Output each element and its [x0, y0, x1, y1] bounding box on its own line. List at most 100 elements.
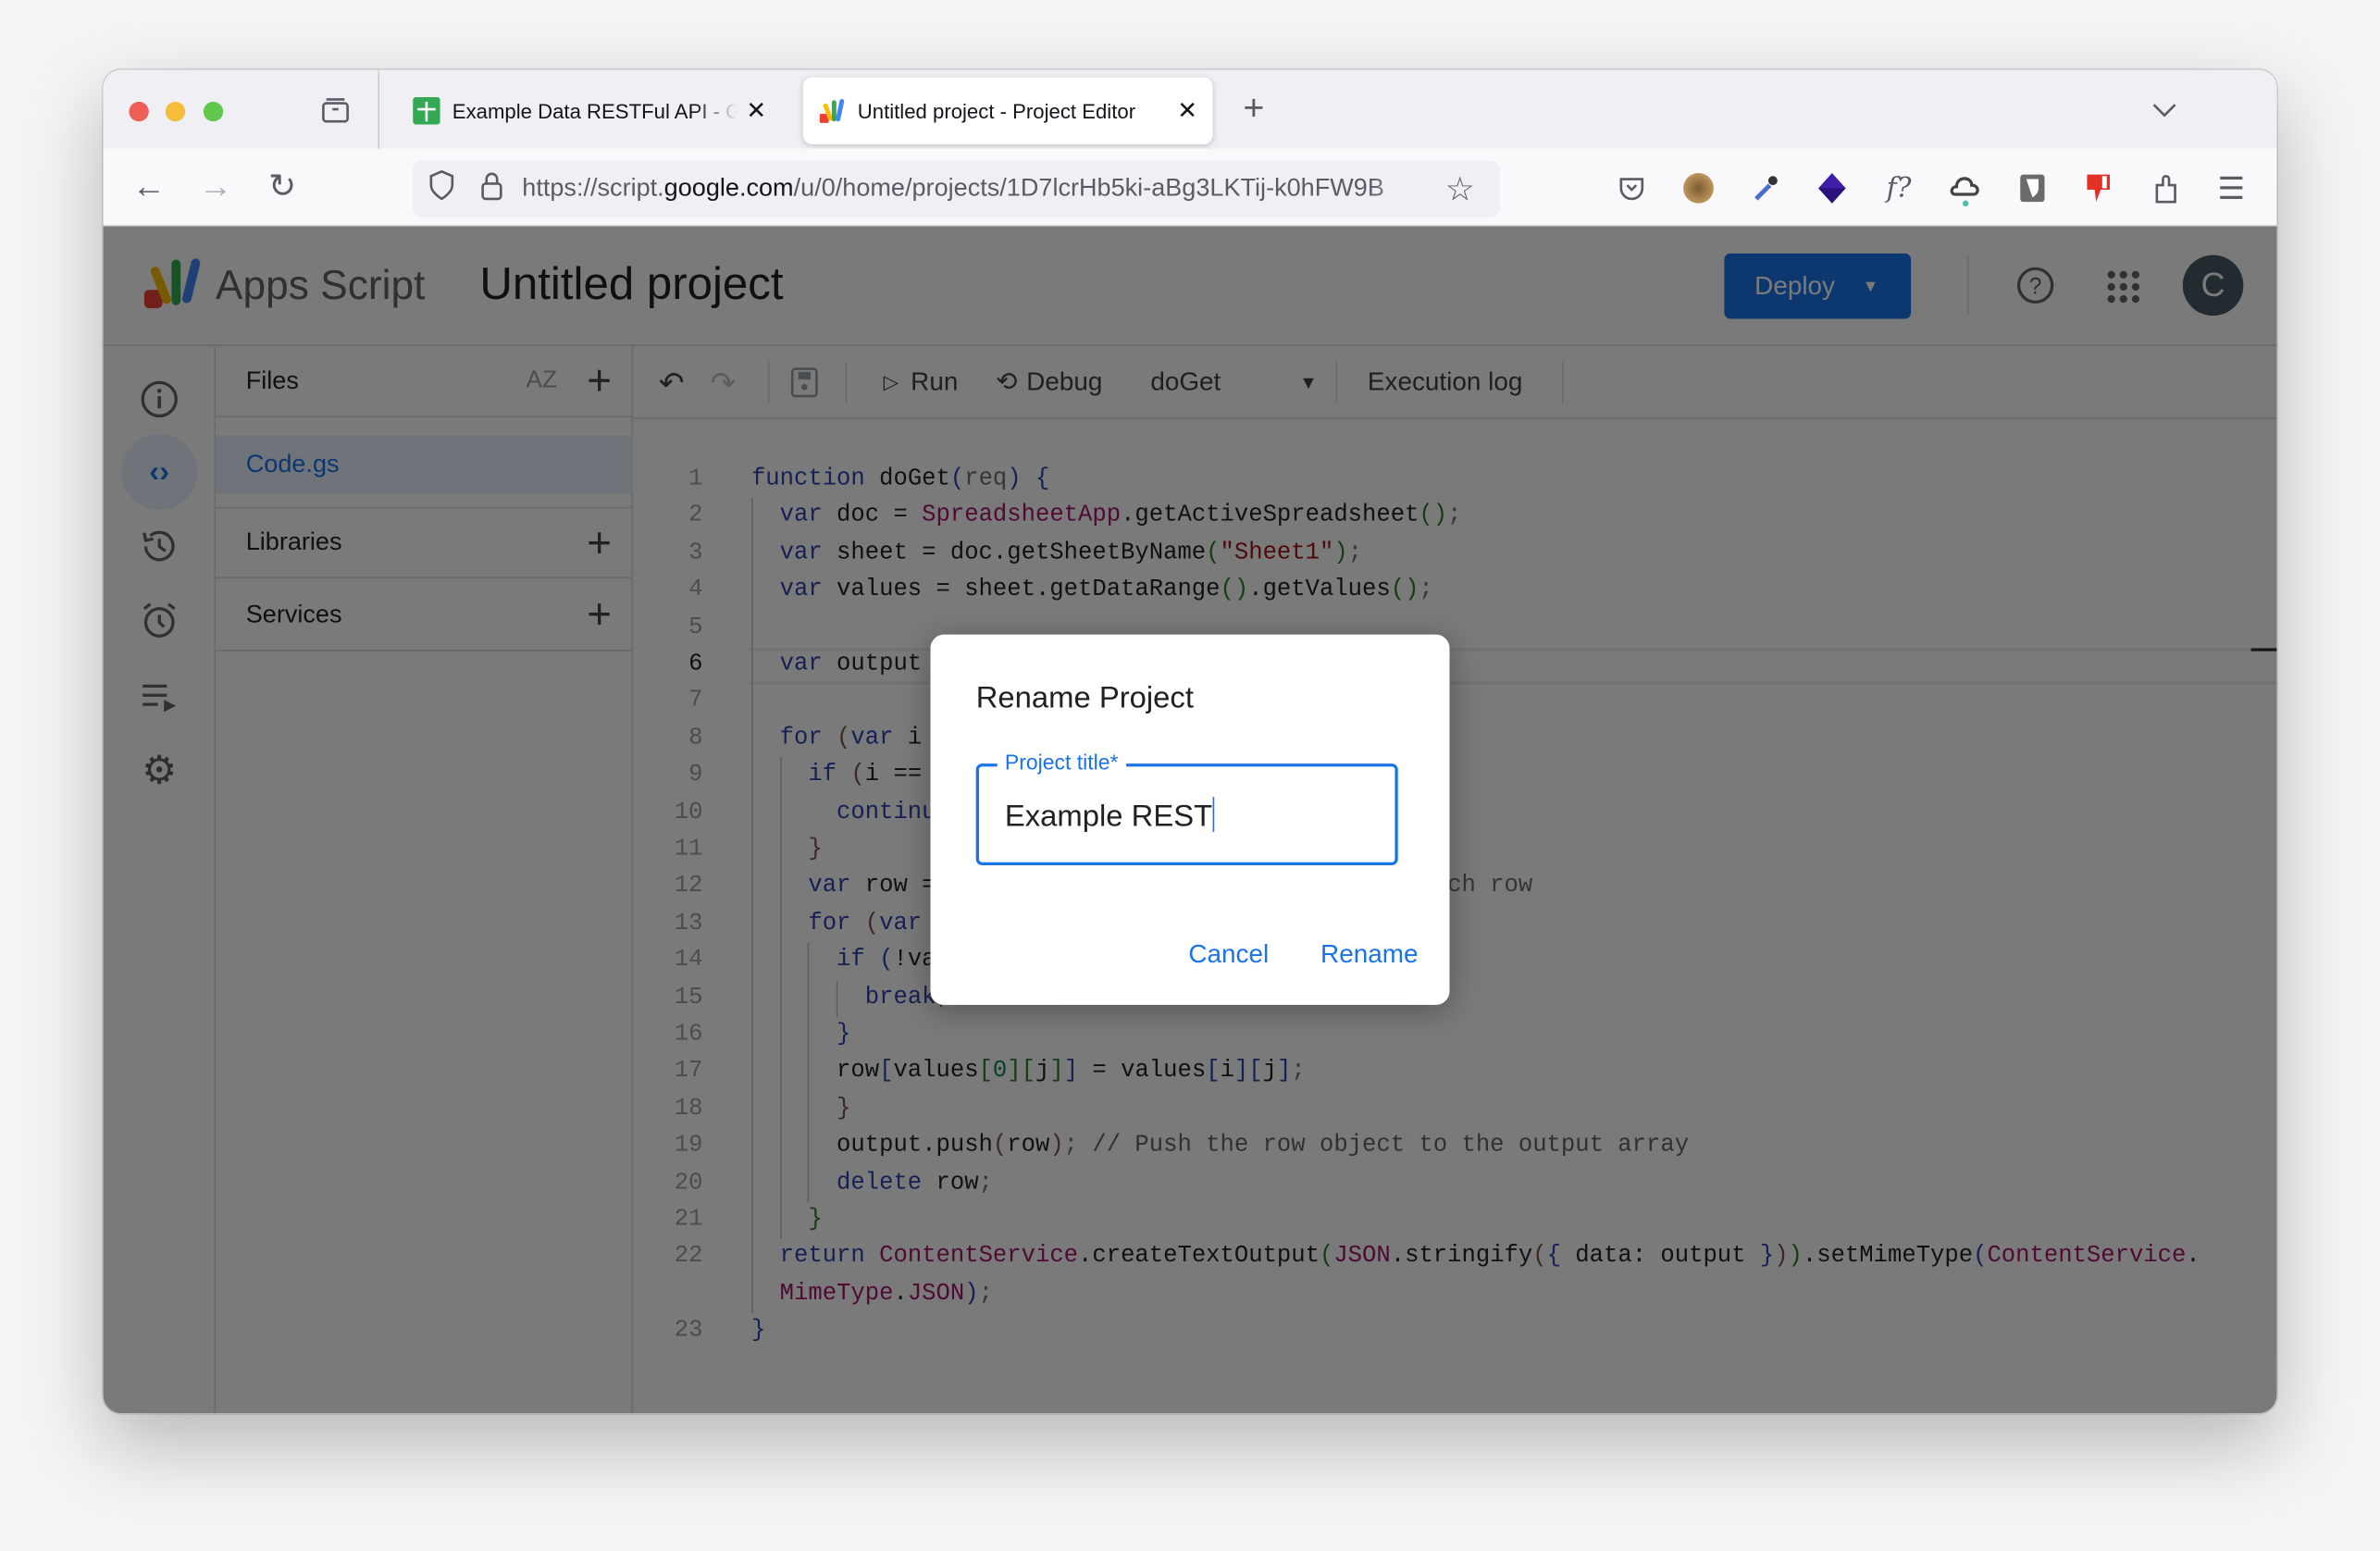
project-title-label: Project title* — [997, 750, 1126, 775]
close-tab-icon[interactable]: ✕ — [746, 95, 766, 126]
overview-info-icon[interactable] — [140, 379, 180, 419]
code-token: ( — [1319, 1242, 1334, 1270]
close-tab-icon[interactable]: ✕ — [1177, 95, 1197, 126]
code-token: () — [1390, 575, 1419, 603]
line-number: 12 — [674, 872, 703, 900]
code-token: var — [779, 501, 823, 529]
cloud-extension-icon[interactable] — [1946, 168, 1986, 208]
code-token: row — [922, 1168, 979, 1196]
history-icon[interactable] — [140, 527, 180, 566]
google-apps-grid-icon[interactable] — [2107, 270, 2140, 311]
code-token: SpreadsheetApp — [922, 501, 1122, 529]
code-token: ContentService — [1987, 1242, 2187, 1270]
code-line: var sheet = doc.getSheetByName("Sheet1")… — [780, 539, 1362, 566]
new-tab-icon[interactable]: + — [1234, 88, 1274, 129]
account-avatar[interactable]: C — [2182, 254, 2244, 316]
pocket-icon[interactable] — [1612, 168, 1652, 208]
code-editor-icon[interactable]: ‹› — [140, 453, 180, 492]
code-token: function — [750, 464, 865, 492]
bitwarden-icon[interactable] — [2013, 168, 2052, 208]
tab-google-sheets[interactable]: Example Data RESTFul API - Google Sheets… — [398, 78, 782, 144]
back-arrow-icon[interactable]: ← — [129, 167, 168, 206]
file-item-code-gs[interactable]: Code.gs — [215, 435, 634, 494]
triggers-alarm-icon[interactable] — [140, 602, 180, 641]
code-token: i == — [864, 761, 923, 788]
close-window-button[interactable] — [129, 101, 149, 122]
tab-list-chevron-down-icon[interactable] — [2145, 91, 2185, 130]
tab-overview-icon[interactable] — [316, 91, 355, 130]
code-token: . — [2186, 1242, 2200, 1270]
code-token: row — [837, 1057, 880, 1085]
diamond-extension-icon[interactable] — [1813, 168, 1853, 208]
code-editor[interactable]: 1 function doGet(req) {2 var doc = Spreads… — [633, 419, 2277, 1413]
line-number: 23 — [674, 1316, 703, 1344]
executions-icon[interactable] — [140, 677, 180, 717]
redo-icon[interactable]: ↷ — [711, 346, 737, 419]
rename-button[interactable]: Rename — [1320, 939, 1418, 970]
code-token: ] — [1049, 1057, 1064, 1085]
line-number: 10 — [674, 798, 703, 825]
code-token: .getValues — [1248, 575, 1391, 603]
debug-button[interactable]: ⟲ Debug — [996, 346, 1102, 419]
code-token: ; — [1347, 538, 1363, 566]
maximize-window-button[interactable] — [203, 101, 224, 122]
execution-log-button[interactable]: Execution log — [1368, 346, 1522, 419]
project-title-input[interactable]: Project title* Example REST — [975, 750, 1398, 865]
deploy-label: Deploy — [1754, 270, 1835, 300]
code-line: row[values[0][j]] = values[i][j]; — [837, 1057, 1306, 1085]
apps-script-icon — [819, 98, 845, 123]
help-icon[interactable]: ? — [2015, 266, 2055, 305]
line-number: 3 — [688, 538, 703, 566]
dislike-extension-icon[interactable] — [2079, 168, 2119, 208]
add-library-plus-icon[interactable]: + — [587, 518, 612, 566]
run-label: Run — [911, 366, 959, 397]
sort-az-icon[interactable]: AZ — [526, 367, 557, 395]
dropdown-caret-icon: ▼ — [1299, 371, 1318, 393]
function-select[interactable]: doGet ▼ — [1150, 346, 1317, 419]
color-picker-icon[interactable] — [1745, 168, 1785, 208]
code-line: if (!va — [837, 946, 936, 974]
menu-hamburger-icon[interactable]: ☰ — [2212, 168, 2251, 208]
code-token: data: output — [1560, 1242, 1760, 1270]
line-number: 4 — [688, 575, 703, 603]
code-token: if — [837, 946, 865, 974]
code-token: i — [1220, 1057, 1234, 1085]
line-number: 15 — [674, 983, 703, 1011]
project-title[interactable]: Untitled project — [479, 259, 783, 311]
indent-guide — [837, 979, 838, 1017]
save-icon[interactable] — [790, 346, 819, 419]
scrollbar-marker[interactable] — [2250, 648, 2277, 651]
undo-icon[interactable]: ↶ — [659, 346, 685, 419]
extension-avatar-icon[interactable] — [1683, 172, 1714, 204]
code-line: if (i == — [808, 761, 922, 788]
input-value: Example REST — [1004, 800, 1213, 834]
bookmark-star-icon[interactable]: ☆ — [1445, 169, 1475, 209]
google-sheets-icon — [413, 96, 440, 125]
font-finder-icon[interactable]: f? — [1879, 168, 1919, 208]
function-select-value: doGet — [1150, 366, 1221, 397]
settings-gear-icon[interactable]: ⚙ — [140, 746, 180, 791]
code-token: output — [822, 650, 923, 677]
url-prefix: https://script. — [522, 174, 664, 203]
lock-icon[interactable] — [479, 170, 507, 208]
files-label: Files — [245, 366, 299, 394]
add-file-plus-icon[interactable]: + — [587, 356, 612, 404]
cancel-button[interactable]: Cancel — [1188, 939, 1269, 970]
deploy-button[interactable]: Deploy ▼ — [1724, 253, 1912, 319]
code-token: = values — [1078, 1057, 1207, 1085]
libraries-section[interactable]: Libraries + — [215, 506, 634, 578]
code-token: JSON — [1333, 1242, 1391, 1270]
reload-icon[interactable]: ↻ — [263, 167, 303, 206]
url-bar[interactable]: https://script.google.com/u/0/home/proje… — [413, 160, 1500, 217]
extensions-puzzle-icon[interactable] — [2146, 168, 2186, 208]
services-section[interactable]: Services + — [215, 580, 634, 651]
line-number: 1 — [688, 464, 703, 492]
tab-project-editor[interactable]: Untitled project - Project Editor ✕ — [802, 77, 1213, 144]
run-button[interactable]: ▷ Run — [884, 346, 959, 419]
tab-title: Untitled project - Project Editor — [857, 99, 1136, 123]
minimize-window-button[interactable] — [165, 101, 186, 122]
shield-icon[interactable] — [428, 169, 459, 208]
forward-arrow-icon[interactable]: → — [196, 167, 236, 206]
add-service-plus-icon[interactable]: + — [587, 590, 612, 639]
